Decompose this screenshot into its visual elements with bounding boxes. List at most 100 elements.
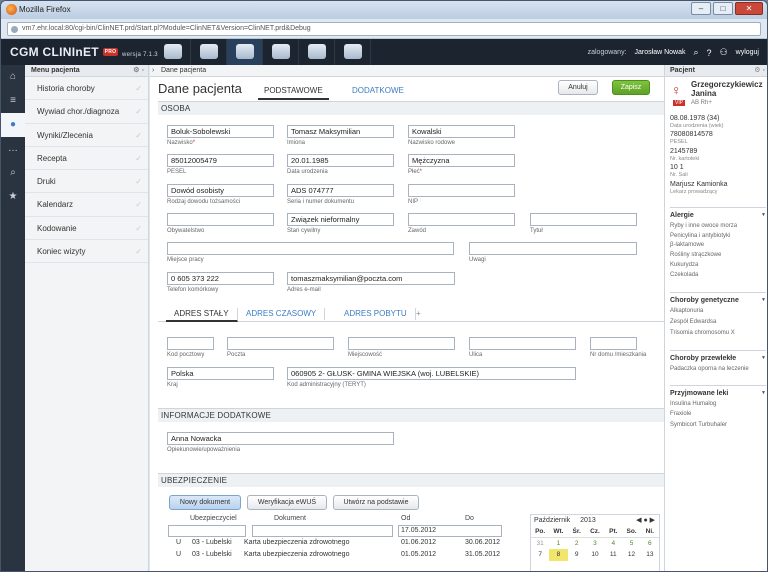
module-pharmacy-icon[interactable]: [227, 39, 263, 65]
insurer-filter[interactable]: [168, 525, 246, 537]
first-names-field[interactable]: Tomasz Maksymilian: [287, 125, 394, 138]
city-field[interactable]: [348, 337, 455, 350]
house-number-field[interactable]: [590, 337, 637, 350]
minimize-button[interactable]: –: [691, 2, 711, 15]
street-field[interactable]: [469, 337, 576, 350]
col-insurer[interactable]: Ubezpieczyciel: [190, 515, 237, 522]
calendar-nav-icon[interactable]: ◀ ● ▶: [636, 515, 655, 526]
title-field[interactable]: [530, 213, 637, 226]
search-icon[interactable]: ⌕: [694, 47, 699, 58]
maximize-button[interactable]: □: [713, 2, 733, 15]
tab-basic[interactable]: PODSTAWOWE: [258, 84, 329, 100]
col-to[interactable]: Do: [465, 515, 474, 522]
allergies-header[interactable]: Alergie ▼: [670, 207, 766, 219]
surname-field[interactable]: Boluk-Sobolewski: [167, 125, 274, 138]
chronic-diseases-header[interactable]: Choroby przewlekłe ▼: [670, 350, 766, 362]
help-icon[interactable]: ?: [707, 48, 712, 58]
calendar-day[interactable]: 12: [622, 549, 640, 561]
col-from[interactable]: Od: [401, 515, 410, 522]
menu-item-results[interactable]: Wyniki/Zlecenia ✓: [25, 124, 148, 147]
family-name-field[interactable]: Kowalski: [408, 125, 515, 138]
search-rail-icon[interactable]: ⌕: [1, 161, 25, 185]
menu-item-coding[interactable]: Kodowanie ✓: [25, 217, 148, 241]
post-office-field[interactable]: [227, 337, 334, 350]
from-date-filter[interactable]: 17.05.2012: [398, 525, 502, 537]
module-lab-icon[interactable]: [299, 39, 335, 65]
panel-settings-icon[interactable]: ⚙ ▫: [754, 65, 765, 77]
calendar-day[interactable]: 2: [568, 538, 586, 550]
workplace-field[interactable]: [167, 242, 454, 255]
pesel-field[interactable]: 85012005479: [167, 154, 274, 167]
create-based-button[interactable]: Utwórz na podstawie: [333, 495, 419, 510]
save-button[interactable]: Zapisz: [612, 80, 650, 95]
module-hospital-icon[interactable]: [191, 39, 227, 65]
address-bar[interactable]: vm7.ehr.local:80/cgi-bin/ClinNET.prd/Sta…: [7, 22, 761, 36]
calendar-day[interactable]: 10: [586, 549, 604, 561]
calendar-year[interactable]: 2013: [580, 517, 596, 524]
id-number-field[interactable]: ADS 074777: [287, 184, 394, 197]
list-icon[interactable]: ≡: [1, 89, 25, 113]
star-icon[interactable]: ★: [1, 185, 25, 209]
occupation-field[interactable]: [408, 213, 515, 226]
table-row[interactable]: U 03 - Lubelski Karta ubezpieczenia zdro…: [168, 550, 503, 562]
birth-date-field[interactable]: 20.01.1985: [287, 154, 394, 167]
address-tabs: ADRES STAŁY ADRES CZASOWY ADRES POBYTU +: [158, 305, 664, 322]
tab-residence-address[interactable]: ADRES POBYTU: [336, 308, 416, 320]
menu-item-history[interactable]: Historia choroby ✓: [25, 77, 148, 101]
account-icon[interactable]: ⚇: [720, 47, 728, 58]
mobile-phone-field[interactable]: 0 605 373 222: [167, 272, 274, 285]
close-window-button[interactable]: ✕: [735, 2, 763, 15]
add-address-tab[interactable]: +: [408, 308, 429, 320]
genetic-diseases-header[interactable]: Choroby genetyczne ▼: [670, 292, 766, 304]
nip-field[interactable]: [408, 184, 515, 197]
calendar-day[interactable]: 5: [622, 538, 640, 550]
menu-item-calendar[interactable]: Kalendarz ✓: [25, 193, 148, 217]
calendar-day[interactable]: 6: [641, 538, 659, 550]
tab-additional[interactable]: DODATKOWE: [346, 84, 410, 100]
sex-select[interactable]: Mężczyzna: [408, 154, 515, 167]
home-icon[interactable]: ⌂: [1, 65, 25, 89]
menu-item-prints[interactable]: Druki ✓: [25, 170, 148, 194]
teryt-code-field[interactable]: 060905 2- GŁUSK- GMINA WIEJSKA (woj. LUB…: [287, 367, 576, 380]
notes-field[interactable]: [469, 242, 637, 255]
guardian-field[interactable]: Anna Nowacka: [167, 432, 394, 445]
calendar-day[interactable]: 31: [531, 538, 549, 550]
calendar-day[interactable]: 7: [531, 549, 549, 561]
genetic-item: Trisomia chromosomu X: [670, 330, 735, 336]
logout-link[interactable]: wyloguj: [736, 49, 759, 56]
patient-record-label: Nr. kartoteki: [670, 156, 700, 162]
more-icon[interactable]: …: [1, 137, 25, 161]
calendar-day-today[interactable]: 8: [549, 549, 568, 561]
menu-item-interview[interactable]: Wywiad chor./diagnoza ✓: [25, 100, 148, 124]
ewus-verify-button[interactable]: Weryfikacja eWUŚ: [247, 495, 327, 510]
calendar-day[interactable]: 9: [568, 549, 586, 561]
menu-settings-icon[interactable]: ⚙ ▫: [133, 65, 144, 77]
new-document-button[interactable]: Nowy dokument: [169, 495, 241, 510]
vip-badge: VIP: [673, 100, 686, 106]
marital-status-select[interactable]: Związek nieformalny: [287, 213, 394, 226]
module-ambulance-icon[interactable]: [335, 39, 371, 65]
col-document[interactable]: Dokument: [274, 515, 306, 522]
email-field[interactable]: tomaszmaksymilian@poczta.com: [287, 272, 455, 285]
document-filter[interactable]: [252, 525, 393, 537]
module-patients-icon[interactable]: [155, 39, 191, 65]
menu-item-prescription[interactable]: Recepta ✓: [25, 147, 148, 171]
id-type-select[interactable]: Dowód osobisty: [167, 184, 274, 197]
tab-temporary-address[interactable]: ADRES CZASOWY: [238, 308, 326, 320]
medications-header[interactable]: Przyjmowane leki ▼: [670, 385, 766, 397]
tab-permanent-address[interactable]: ADRES STAŁY: [166, 308, 238, 322]
module-documents-icon[interactable]: [263, 39, 299, 65]
postal-code-field[interactable]: [167, 337, 214, 350]
patient-icon[interactable]: ●: [1, 113, 25, 137]
calendar-day[interactable]: 3: [586, 538, 604, 550]
table-row[interactable]: U 03 - Lubelski Karta ubezpieczenia zdro…: [168, 538, 503, 550]
calendar-day[interactable]: 13: [641, 549, 659, 561]
citizenship-field[interactable]: [167, 213, 274, 226]
calendar-day[interactable]: 4: [604, 538, 622, 550]
country-select[interactable]: Polska: [167, 367, 274, 380]
calendar-day[interactable]: 11: [604, 549, 622, 561]
calendar-month[interactable]: Październik: [534, 517, 570, 524]
menu-item-end-visit[interactable]: Koniec wizyty ✓: [25, 240, 148, 264]
calendar-day[interactable]: 1: [549, 538, 567, 550]
cancel-button[interactable]: Anuluj: [558, 80, 598, 95]
